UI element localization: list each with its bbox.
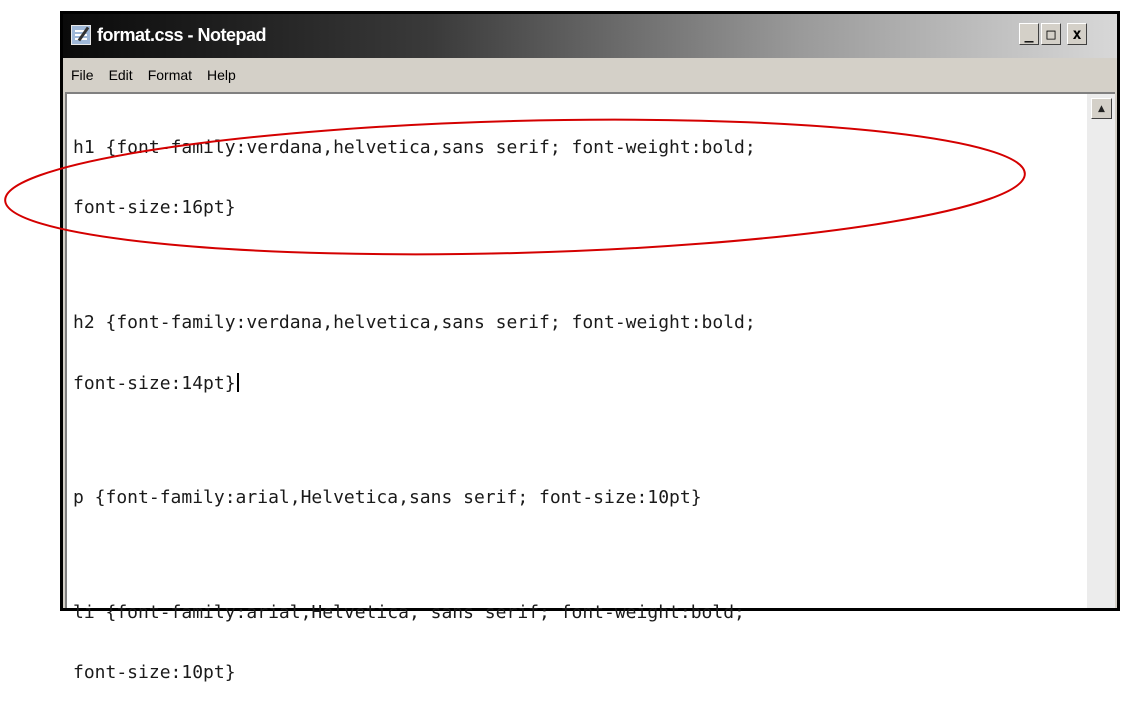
code-line: font-size:10pt} (73, 662, 236, 683)
minimize-button[interactable]: _ (1019, 23, 1039, 45)
code-line: h2 {font-family:verdana,helvetica,sans s… (73, 312, 756, 333)
window-title: format.css - Notepad (97, 25, 267, 45)
maximize-button[interactable]: □ (1041, 23, 1061, 45)
notepad-window: format.css - Notepad _ □ x File Edit For… (60, 11, 1120, 683)
menu-file[interactable]: File (71, 67, 94, 83)
notepad-icon[interactable] (71, 25, 91, 45)
code-line: h1 {font-family:verdana,helvetica,sans s… (73, 137, 756, 158)
title-bar[interactable]: format.css - Notepad _ □ x (63, 14, 1117, 58)
menu-bar: File Edit Format Help (63, 58, 1117, 92)
code-line: li {font-family:arial,Helvetica, sans se… (73, 602, 745, 623)
code-line: p {font-family:arial,Helvetica,sans seri… (73, 487, 702, 508)
scroll-up-arrow-icon[interactable]: ▲ (1091, 98, 1112, 119)
menu-format[interactable]: Format (148, 67, 192, 83)
code-line: font-size:16pt} (73, 197, 236, 218)
code-line-with-caret: font-size:14pt} (73, 373, 1075, 394)
close-button[interactable]: x (1067, 23, 1087, 45)
editor-text[interactable]: h1 {font-family:verdana,helvetica,sans s… (73, 98, 1075, 723)
code-line-text: font-size:14pt} (73, 373, 236, 394)
menu-edit[interactable]: Edit (109, 67, 133, 83)
text-cursor (236, 373, 239, 392)
text-editor[interactable]: h1 {font-family:verdana,helvetica,sans s… (65, 92, 1115, 683)
vertical-scrollbar[interactable]: ▲ (1087, 94, 1115, 608)
menu-help[interactable]: Help (207, 67, 236, 83)
